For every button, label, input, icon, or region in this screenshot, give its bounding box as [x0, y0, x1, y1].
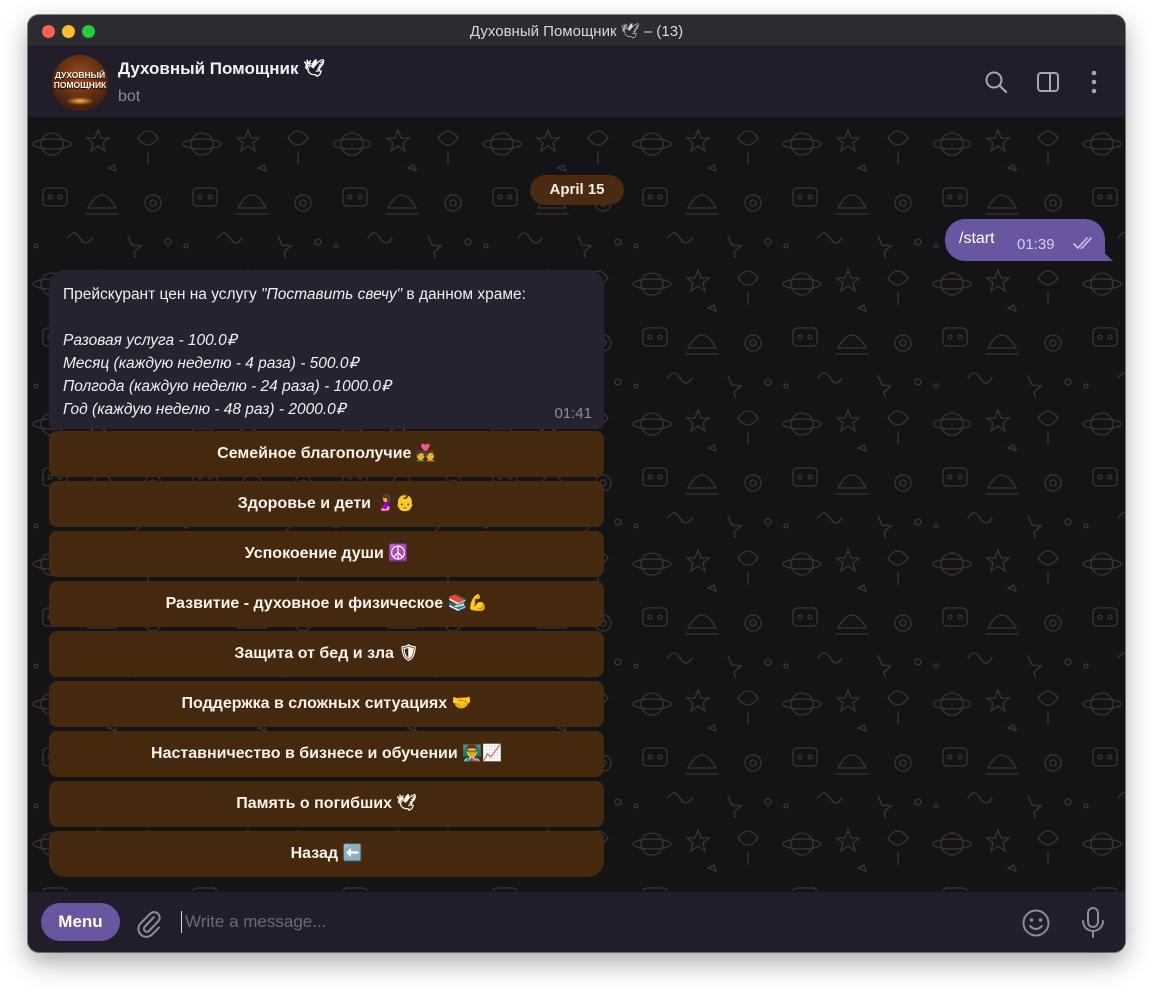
keyboard-button-peace[interactable]: Успокоение души ☮️ [49, 531, 604, 577]
chat-status: bot [118, 88, 141, 105]
text-cursor [181, 911, 182, 933]
keyboard-button-protection[interactable]: Защита от бед и зла 🛡 [49, 631, 604, 677]
message-composer: Menu [28, 891, 1125, 952]
price-line-text: Полгода (каждую неделю - 24 раза) - 1000… [63, 378, 391, 395]
keyboard-button-development[interactable]: Развитие - духовное и физическое 📚💪 [49, 581, 604, 627]
avatar[interactable]: ДУХОВНЫЙ ПОМОЩНИК [52, 55, 108, 111]
price-line-text: Разовая услуга - 100.0₽ [63, 332, 237, 349]
emoji-icon[interactable] [1021, 908, 1051, 938]
keyboard-button-support[interactable]: Поддержка в сложных ситуациях 🤝 [49, 681, 604, 727]
service-name: "Поставить свечу" [261, 286, 403, 303]
double-check-icon [1073, 237, 1092, 249]
title-bar: Духовный Помощник 🕊 – (13) [28, 15, 1125, 47]
incoming-message-text: Прейскурант цен на услугу "Поставить све… [63, 283, 593, 421]
price-line: Полгода (каждую неделю - 24 раза) - 1000… [63, 375, 593, 398]
outgoing-message-text: /start [959, 230, 995, 247]
keyboard-button-back[interactable]: Назад ⬅️ [49, 831, 604, 877]
price-line-text: Месяц (каждую неделю - 4 раза) - 500.0₽ [63, 355, 359, 372]
price-intro-after: в данном храме: [402, 286, 526, 303]
date-separator: April 15 [530, 175, 624, 205]
incoming-message[interactable]: Прейскурант цен на услугу "Поставить све… [49, 270, 604, 429]
price-line: Год (каждую неделю - 48 раз) - 2000.0₽ [63, 398, 593, 421]
avatar-text-line2: ПОМОЩНИК [53, 80, 107, 90]
keyboard-button-health[interactable]: Здоровье и дети 🤰👶 [49, 481, 604, 527]
message-list[interactable]: April 15 /start 01:39 Прейскурант цен на… [28, 118, 1125, 891]
price-intro-before: Прейскурант цен на услугу [63, 286, 262, 303]
chat-title[interactable]: Духовный Помощник 🕊 [118, 59, 325, 79]
outgoing-message-time: 01:39 [1017, 236, 1055, 253]
microphone-icon[interactable] [1080, 906, 1106, 940]
message-input[interactable] [185, 906, 985, 938]
paperclip-icon[interactable] [134, 908, 162, 938]
sidebar-toggle-icon[interactable] [1035, 69, 1061, 95]
keyboard-button-mentoring[interactable]: Наставничество в бизнесе и обучении 👨‍🏫📈 [49, 731, 604, 777]
avatar-text-line1: ДУХОВНЫЙ [54, 70, 106, 80]
search-icon[interactable] [983, 69, 1009, 95]
bot-menu-button[interactable]: Menu [41, 903, 120, 941]
keyboard-button-memory[interactable]: Память о погибших 🕊 [49, 781, 604, 827]
chat-header[interactable]: ДУХОВНЫЙ ПОМОЩНИК Духовный Помощник 🕊 bo… [28, 47, 1125, 118]
window-title: Духовный Помощник 🕊 – (13) [469, 23, 684, 40]
incoming-message-time: 01:41 [554, 405, 592, 422]
avatar-candle-glow [66, 97, 94, 105]
outgoing-message[interactable]: /start 01:39 [945, 219, 1105, 261]
price-intro: Прейскурант цен на услугу "Поставить све… [63, 283, 593, 306]
telegram-window: Духовный Помощник 🕊 – (13) ДУХОВНЫЙ ПОМО… [28, 15, 1125, 952]
price-line: Разовая услуга - 100.0₽ [63, 329, 593, 352]
price-line: Месяц (каждую неделю - 4 раза) - 500.0₽ [63, 352, 593, 375]
more-vertical-icon[interactable] [1086, 69, 1112, 95]
avatar-logo-text: ДУХОВНЫЙ ПОМОЩНИК [52, 70, 108, 90]
keyboard-button-family[interactable]: Семейное благополучие 💑 [49, 431, 604, 477]
price-line-text: Год (каждую неделю - 48 раз) - 2000.0₽ [63, 401, 346, 418]
